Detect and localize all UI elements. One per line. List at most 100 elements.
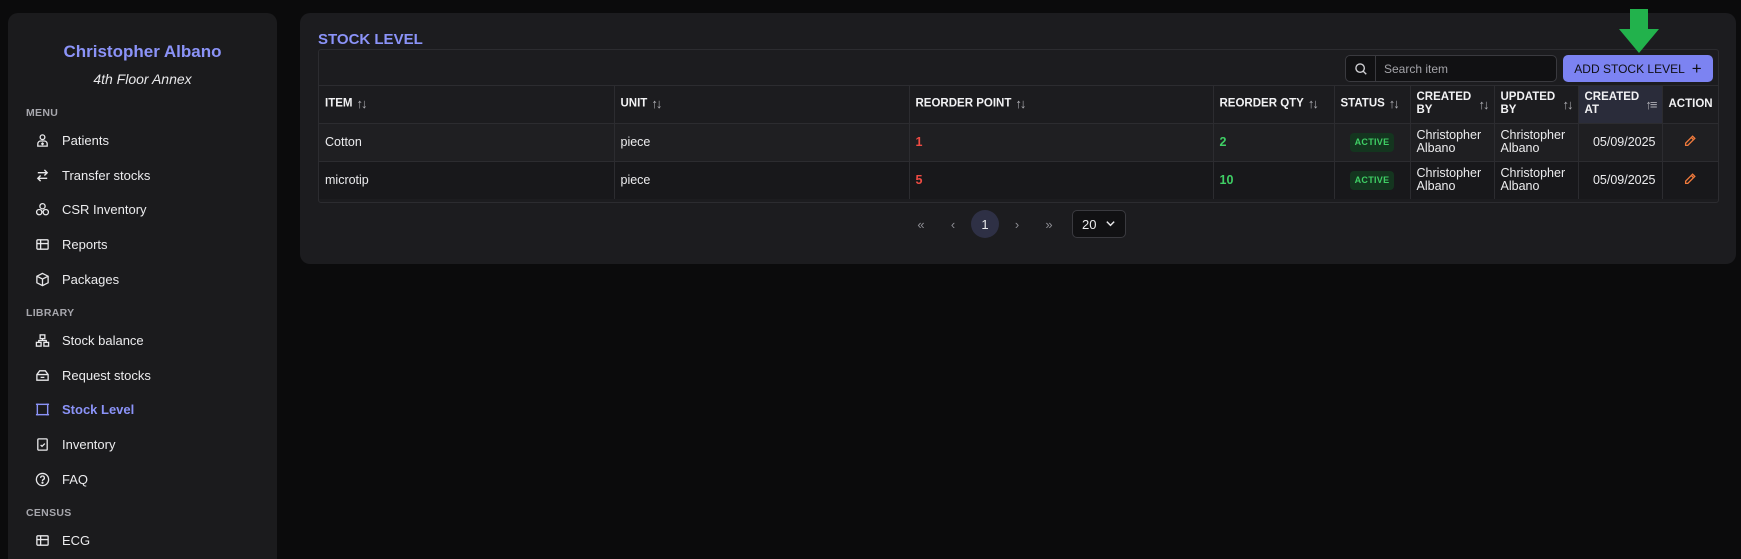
sort-icon[interactable]: ↑↓ <box>1389 97 1400 110</box>
user-name: Christopher Albano <box>63 42 222 61</box>
double-chevron-left-icon: « <box>917 216 925 232</box>
sidebar-item-inventory[interactable]: Inventory <box>34 432 115 456</box>
add-stock-level-label: ADD STOCK LEVEL <box>1574 61 1685 76</box>
column-header-item[interactable]: ITEM ↑↓ <box>319 86 615 124</box>
sidebar-item-label: Inventory <box>62 436 116 452</box>
status-badge: ACTIVE <box>1349 132 1395 152</box>
chevron-down-icon <box>1105 217 1116 232</box>
chevron-right-icon: › <box>1014 216 1020 232</box>
stock-level-panel: STOCK LEVEL ADD STOCK LEVEL + ITEM↑↓ UN <box>300 13 1736 264</box>
cell-status: ACTIVE <box>1334 123 1411 162</box>
sidebar-item-label: CSR Inventory <box>62 201 147 217</box>
stock-level-icon <box>34 401 50 417</box>
column-header-reorder-qty[interactable]: REORDER QTY ↑↓ <box>1213 86 1335 124</box>
reports-icon <box>34 236 50 252</box>
csr-inventory-icon <box>34 201 50 217</box>
cell-reorder-qty: 10 <box>1213 161 1335 199</box>
patients-icon <box>34 132 50 148</box>
section-menu: MENU <box>26 107 59 119</box>
sidebar-item-label: Stock Level <box>62 401 135 417</box>
table-header-row: ITEM ↑↓ UNIT ↑↓ REORDER POINT ↑↓ REORDER QT… <box>319 86 1718 124</box>
sidebar-item-label: Request stocks <box>62 367 151 383</box>
sidebar-item-label: Packages <box>62 271 120 287</box>
sort-icon[interactable]: ↑↓ <box>1015 97 1026 110</box>
table-row: Cotton piece 1 2 ACTIVE Christopher Alba… <box>319 123 1718 162</box>
search-input[interactable] <box>1376 61 1556 76</box>
section-census: CENSUS <box>26 507 72 519</box>
cell-unit: piece <box>614 161 910 199</box>
pagination: « ‹ 1 › » 20 <box>300 210 1736 240</box>
sidebar-item-packages[interactable]: Packages <box>34 267 119 291</box>
column-header-unit[interactable]: UNIT ↑↓ <box>614 86 910 124</box>
cell-status: ACTIVE <box>1334 161 1411 199</box>
sort-icon[interactable]: ↑↓ <box>1308 97 1319 110</box>
column-header-created-by[interactable]: CREATED BY ↑↓ <box>1410 86 1495 124</box>
section-library: LIBRARY <box>26 307 75 319</box>
stock-level-table: ITEM ↑↓ UNIT ↑↓ REORDER POINT ↑↓ REORDER QT… <box>319 86 1718 199</box>
cell-action <box>1662 161 1718 199</box>
cell-reorder-point: 1 <box>909 123 1214 162</box>
sidebar-item-patients[interactable]: Patients <box>34 128 109 152</box>
column-header-action: ACTION <box>1662 86 1718 124</box>
cell-reorder-point: 5 <box>909 161 1214 199</box>
request-stocks-icon <box>34 367 50 383</box>
status-badge: ACTIVE <box>1349 170 1395 190</box>
table-toolbar: ADD STOCK LEVEL + <box>319 50 1718 86</box>
page-size-value: 20 <box>1082 216 1097 232</box>
chevron-left-icon: ‹ <box>950 216 956 232</box>
last-page-button[interactable]: » <box>1035 210 1063 238</box>
column-header-status[interactable]: STATUS ↑↓ <box>1334 86 1411 124</box>
sort-icon[interactable]: ↑↓ <box>1479 98 1490 111</box>
previous-page-button[interactable]: ‹ <box>939 210 967 238</box>
cell-created-at: 05/09/2025 <box>1578 123 1663 162</box>
sidebar-item-label: Transfer stocks <box>62 167 151 183</box>
sidebar-item-label: Reports <box>62 236 108 252</box>
plus-icon: + <box>1691 59 1702 78</box>
add-stock-level-button[interactable]: ADD STOCK LEVEL + <box>1563 55 1713 82</box>
sidebar-item-ecg[interactable]: ECG <box>34 528 90 552</box>
stock-level-table-container: ADD STOCK LEVEL + ITEM↑↓ UNIT↑↓ REORDER … <box>318 49 1719 203</box>
cell-item: Cotton <box>319 123 615 162</box>
sidebar-item-faq[interactable]: FAQ <box>34 467 88 491</box>
search-box <box>1345 55 1557 82</box>
edit-icon[interactable] <box>1683 172 1697 186</box>
sort-icon[interactable]: ↑↓ <box>356 97 367 110</box>
cell-updated-by: Christopher Albano <box>1494 161 1579 199</box>
transfer-icon <box>34 167 50 183</box>
sort-icon[interactable]: ↑↓ <box>1563 98 1574 111</box>
double-chevron-right-icon: » <box>1045 216 1053 232</box>
cell-updated-by: Christopher Albano <box>1494 123 1579 162</box>
first-page-button[interactable]: « <box>907 210 935 238</box>
page-size-select[interactable]: 20 <box>1072 210 1126 238</box>
cell-reorder-qty: 2 <box>1213 123 1335 162</box>
column-header-reorder-point[interactable]: REORDER POINT ↑↓ <box>909 86 1214 124</box>
sort-icon[interactable]: ↑↓ <box>651 97 662 110</box>
table-row: microtip piece 5 10 ACTIVE Christopher A… <box>319 161 1718 199</box>
user-location: 4th Floor Annex <box>93 71 192 87</box>
faq-icon <box>34 471 50 487</box>
sort-ascending-icon[interactable]: ↑≡ <box>1645 98 1657 111</box>
page-title: STOCK LEVEL <box>318 31 423 48</box>
edit-icon[interactable] <box>1683 134 1697 148</box>
column-header-updated-by[interactable]: UPDATED BY ↑↓ <box>1494 86 1579 124</box>
cell-created-by: Christopher Albano <box>1410 161 1495 199</box>
search-icon <box>1346 56 1376 81</box>
sidebar-item-label: ECG <box>62 532 91 548</box>
page-button-current[interactable]: 1 <box>971 210 999 238</box>
sidebar: Christopher Albano 4th Floor Annex MENU … <box>8 13 277 559</box>
next-page-button[interactable]: › <box>1003 210 1031 238</box>
cell-unit: piece <box>614 123 910 162</box>
down-arrow-icon <box>1617 9 1661 58</box>
sidebar-item-csr-inventory[interactable]: CSR Inventory <box>34 197 147 221</box>
sidebar-item-stock-level[interactable]: Stock Level <box>34 397 134 421</box>
sidebar-item-label: Stock balance <box>62 332 144 348</box>
sidebar-item-transfer-stocks[interactable]: Transfer stocks <box>34 163 150 187</box>
cell-created-by: Christopher Albano <box>1410 123 1495 162</box>
sidebar-item-stock-balance[interactable]: Stock balance <box>34 328 144 352</box>
sidebar-item-label: FAQ <box>62 471 89 487</box>
sidebar-item-reports[interactable]: Reports <box>34 232 108 256</box>
column-header-created-at[interactable]: CREATED AT ↑≡ <box>1578 86 1663 124</box>
package-icon <box>34 271 50 287</box>
ecg-icon <box>34 532 50 548</box>
sidebar-item-request-stocks[interactable]: Request stocks <box>34 363 151 387</box>
